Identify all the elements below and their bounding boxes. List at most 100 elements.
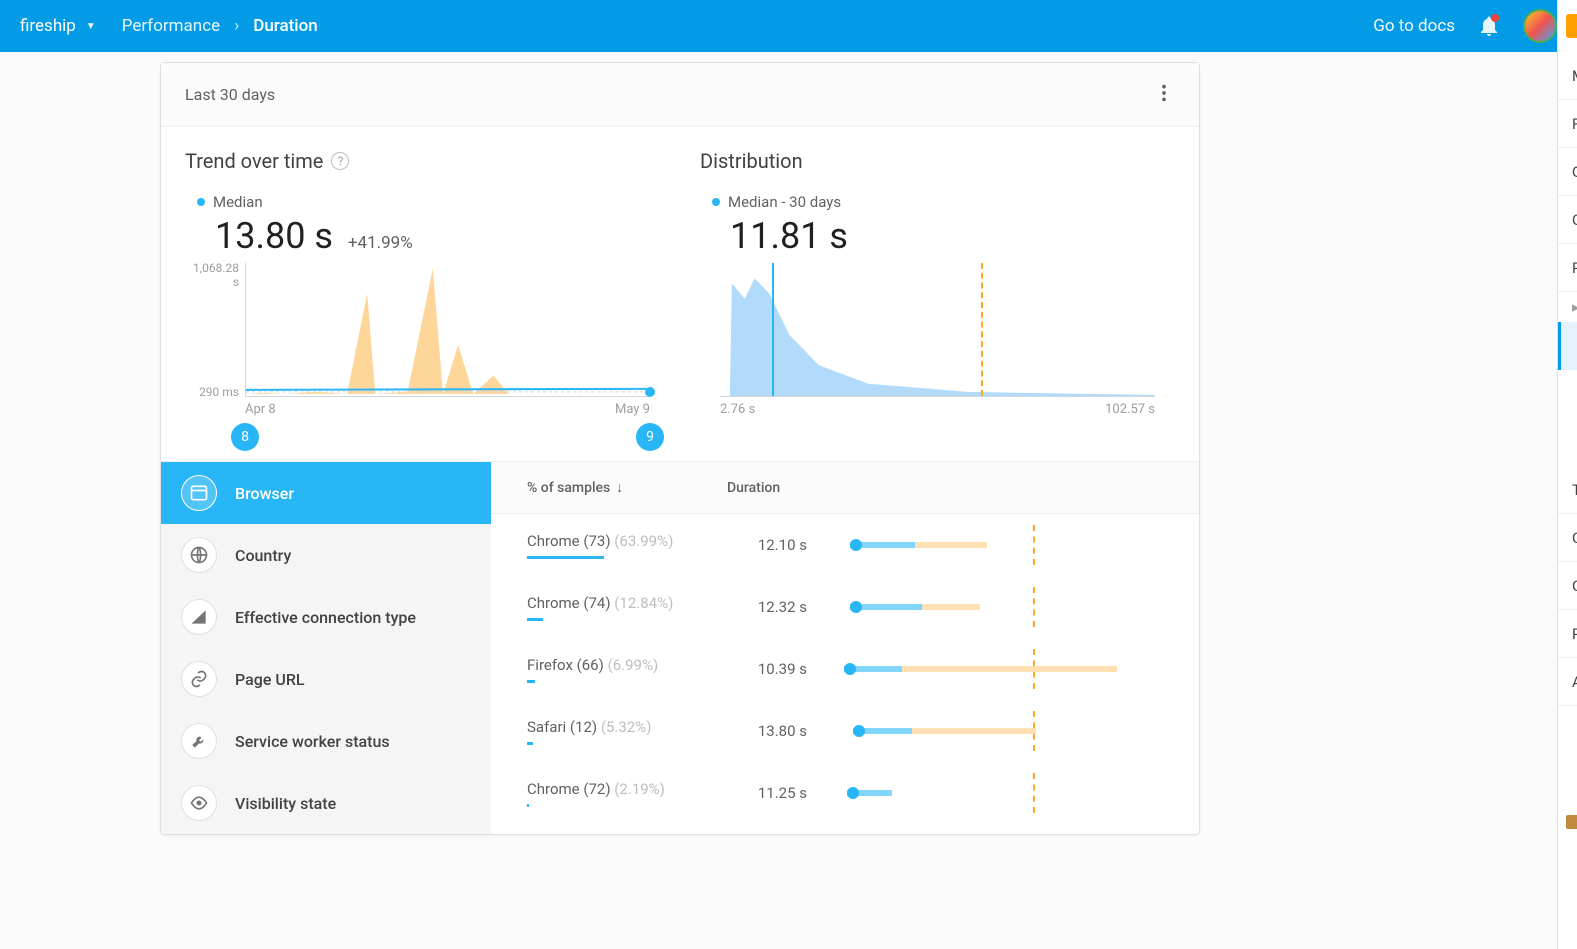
help-icon[interactable]: ? bbox=[331, 152, 349, 170]
col-samples-header[interactable]: % of samples ↓ bbox=[527, 479, 727, 496]
dimension-sw[interactable]: Service worker status bbox=[161, 710, 491, 772]
side-nav-item[interactable]: ▸ bbox=[1558, 292, 1577, 322]
bar-dot-icon bbox=[847, 787, 859, 799]
side-panel: MFiQuCrPe▸TeCrGFPrA/ bbox=[1557, 0, 1577, 949]
trend-title: Trend over time bbox=[185, 149, 323, 173]
trend-chart-section: Trend over time ? Median 13.80 s +41.99%… bbox=[185, 149, 660, 453]
side-nav-item[interactable]: Fi bbox=[1558, 100, 1577, 148]
spark-plan-icon[interactable] bbox=[1566, 815, 1577, 829]
side-nav-item[interactable] bbox=[1558, 418, 1577, 466]
trend-value: 13.80 s bbox=[215, 215, 333, 257]
dimension-conn[interactable]: Effective connection type bbox=[161, 586, 491, 648]
table-row[interactable]: Chrome (73) (63.99%) 12.10 s bbox=[491, 514, 1199, 576]
date-range-label: Last 30 days bbox=[185, 85, 275, 104]
trend-end-dot-icon bbox=[645, 387, 655, 397]
bar-dot-icon bbox=[853, 725, 865, 737]
x-axis-end: May 9 bbox=[615, 402, 650, 417]
legend-dot-icon bbox=[197, 198, 205, 206]
sort-down-icon: ↓ bbox=[616, 479, 623, 496]
table-row[interactable]: Chrome (74) (12.84%) 12.32 s bbox=[491, 576, 1199, 638]
more-menu-button[interactable] bbox=[1153, 82, 1175, 108]
table-row[interactable]: Firefox (66) (6.99%) 10.39 s bbox=[491, 638, 1199, 700]
cell-duration: 12.10 s bbox=[727, 536, 807, 554]
breadcrumb-parent[interactable]: Performance bbox=[122, 16, 220, 36]
dimension-browser[interactable]: Browser bbox=[161, 462, 491, 524]
dimension-country[interactable]: Country bbox=[161, 524, 491, 586]
cell-distribution-bar bbox=[837, 781, 1163, 805]
chevron-right-icon: ▸ bbox=[1572, 298, 1577, 316]
breadcrumb: Performance › Duration bbox=[122, 16, 318, 36]
side-nav-item[interactable]: Qu bbox=[1558, 148, 1577, 196]
bell-icon bbox=[1477, 23, 1501, 42]
signal-icon bbox=[181, 599, 217, 635]
bar-dot-icon bbox=[850, 539, 862, 551]
dist-metric-label: Median - 30 days bbox=[728, 193, 841, 211]
distribution-chart[interactable]: 2.76 s 102.57 s bbox=[700, 263, 1175, 423]
cell-samples: Chrome (74) (12.84%) bbox=[527, 594, 727, 621]
threshold-line-icon bbox=[1033, 773, 1035, 813]
cell-samples: Safari (12) (5.32%) bbox=[527, 718, 727, 745]
notification-dot-icon bbox=[1491, 14, 1499, 22]
side-nav-item[interactable]: Te bbox=[1558, 466, 1577, 514]
side-nav-item[interactable]: M bbox=[1558, 52, 1577, 100]
notifications-button[interactable] bbox=[1477, 14, 1501, 38]
side-nav-item[interactable] bbox=[1558, 322, 1577, 370]
side-nav-item[interactable] bbox=[1558, 370, 1577, 418]
trend-chart[interactable]: 1,068.28 s 290 ms Apr 8 May 9 bbox=[185, 263, 660, 423]
dimension-label: Page URL bbox=[235, 670, 305, 689]
breadcrumb-current: Duration bbox=[253, 16, 318, 36]
median-line-icon bbox=[772, 263, 774, 396]
performance-card: Last 30 days Trend over time ? Median 13… bbox=[160, 62, 1200, 835]
project-selector[interactable]: fireship ▼ bbox=[20, 16, 96, 36]
legend-dot-icon bbox=[712, 198, 720, 206]
trend-delta: +41.99% bbox=[348, 233, 413, 253]
cell-duration: 10.39 s bbox=[727, 660, 807, 678]
dimension-label: Browser bbox=[235, 484, 294, 503]
dist-area-icon bbox=[720, 263, 1155, 396]
range-handle-end[interactable]: 9 bbox=[636, 423, 664, 451]
project-name: fireship bbox=[20, 16, 76, 36]
bar-dot-icon bbox=[844, 663, 856, 675]
docs-link[interactable]: Go to docs bbox=[1373, 16, 1455, 36]
dimension-url[interactable]: Page URL bbox=[161, 648, 491, 710]
x-axis-start: Apr 8 bbox=[245, 402, 276, 417]
wrench-icon bbox=[181, 723, 217, 759]
breakdown-table: % of samples ↓ Duration Chrome (73) (63.… bbox=[491, 462, 1199, 834]
cell-samples: Chrome (72) (2.19%) bbox=[527, 780, 727, 807]
trend-sparkline-icon bbox=[246, 263, 650, 396]
threshold-line-icon bbox=[1033, 525, 1035, 565]
y-axis-top: 1,068.28 s bbox=[185, 261, 239, 289]
threshold-line-icon bbox=[981, 263, 983, 396]
caret-down-icon: ▼ bbox=[86, 21, 96, 32]
firebase-logo-icon[interactable] bbox=[1566, 14, 1577, 38]
table-row[interactable]: Chrome (72) (2.19%) 11.25 s bbox=[491, 762, 1199, 824]
range-handle-start[interactable]: 8 bbox=[231, 423, 259, 451]
cell-samples: Firefox (66) (6.99%) bbox=[527, 656, 727, 683]
cell-distribution-bar bbox=[837, 719, 1163, 743]
dist-title: Distribution bbox=[700, 149, 803, 173]
side-nav-item[interactable]: A/ bbox=[1558, 658, 1577, 706]
table-row[interactable]: Safari (12) (5.32%) 13.80 s bbox=[491, 700, 1199, 762]
side-nav-item[interactable]: Pr bbox=[1558, 610, 1577, 658]
distribution-chart-section: Distribution Median - 30 days 11.81 s 2.… bbox=[700, 149, 1175, 453]
dimension-vis[interactable]: Visibility state bbox=[161, 772, 491, 834]
y-axis-bottom: 290 ms bbox=[185, 385, 239, 399]
user-avatar[interactable] bbox=[1523, 9, 1557, 43]
dist-x-end: 102.57 s bbox=[1105, 402, 1155, 417]
side-nav-item[interactable]: GF bbox=[1558, 562, 1577, 610]
side-nav-item[interactable]: Pe bbox=[1558, 244, 1577, 292]
eye-icon bbox=[181, 785, 217, 821]
browser-icon bbox=[181, 475, 217, 511]
link-icon bbox=[181, 661, 217, 697]
side-nav-item[interactable]: Cr bbox=[1558, 514, 1577, 562]
cell-distribution-bar bbox=[837, 595, 1163, 619]
side-nav-item[interactable]: Cr bbox=[1558, 196, 1577, 244]
threshold-line-icon bbox=[1033, 587, 1035, 627]
dimension-label: Visibility state bbox=[235, 794, 336, 813]
cell-duration: 12.32 s bbox=[727, 598, 807, 616]
globe-icon bbox=[181, 537, 217, 573]
col-duration-header[interactable]: Duration bbox=[727, 480, 927, 496]
app-header: fireship ▼ Performance › Duration Go to … bbox=[0, 0, 1577, 52]
trend-metric-label: Median bbox=[213, 193, 263, 211]
dimension-label: Country bbox=[235, 546, 291, 565]
